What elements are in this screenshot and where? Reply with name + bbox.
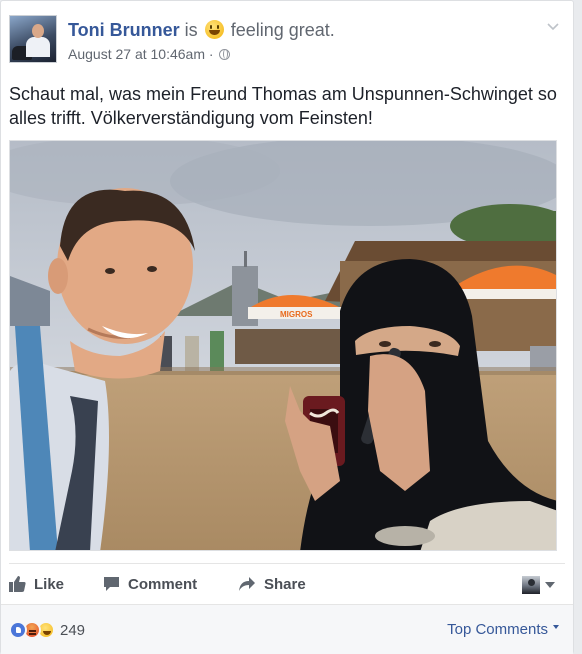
post-photo[interactable]: MIGROS xyxy=(9,140,557,551)
author-name[interactable]: Toni Brunner xyxy=(68,20,180,40)
reaction-count[interactable]: 249 xyxy=(60,622,85,639)
comment-button[interactable]: Comment xyxy=(103,566,197,602)
top-comments-label: Top Comments xyxy=(447,621,548,638)
like-reaction-icon xyxy=(9,621,27,639)
comment-icon xyxy=(104,577,119,591)
separator-dot: · xyxy=(208,46,214,62)
divider xyxy=(9,563,565,564)
author-line: Toni Brunner is feeling great. xyxy=(68,19,335,41)
is-text: is xyxy=(184,20,198,40)
like-label: Like xyxy=(34,575,65,593)
caret-down-icon xyxy=(545,582,555,588)
feeling-text: feeling great. xyxy=(230,20,335,40)
post-message: Schaut mal, was mein Freund Thomas am Un… xyxy=(9,84,557,128)
reactions-summary[interactable]: 249 xyxy=(9,621,85,639)
like-button[interactable]: Like xyxy=(9,566,64,602)
migros-sign: MIGROS xyxy=(280,310,313,319)
share-label: Share xyxy=(264,575,306,593)
post-footer: 249 Top Comments xyxy=(1,604,573,654)
share-button[interactable]: Share xyxy=(238,566,306,602)
comment-label: Comment xyxy=(128,575,198,593)
chevron-down-icon[interactable] xyxy=(547,21,559,33)
post-card: Toni Brunner is feeling great. August 27… xyxy=(0,0,574,654)
post-timestamp[interactable]: August 27 at 10:46am xyxy=(68,46,205,62)
post-actions: Like Comment Share xyxy=(9,566,565,602)
user-thumbnail xyxy=(522,576,540,594)
share-arrow-icon xyxy=(239,577,255,591)
audience-selector[interactable] xyxy=(522,576,555,594)
timestamp-line: August 27 at 10:46am · xyxy=(68,46,231,62)
post-header: Toni Brunner is feeling great. August 27… xyxy=(9,15,567,71)
thumbs-up-icon xyxy=(9,576,26,592)
globe-icon[interactable] xyxy=(219,49,231,60)
caret-down-icon xyxy=(553,624,559,629)
top-comments-dropdown[interactable]: Top Comments xyxy=(447,621,559,638)
author-avatar[interactable] xyxy=(9,15,57,63)
smiley-icon xyxy=(204,20,224,39)
